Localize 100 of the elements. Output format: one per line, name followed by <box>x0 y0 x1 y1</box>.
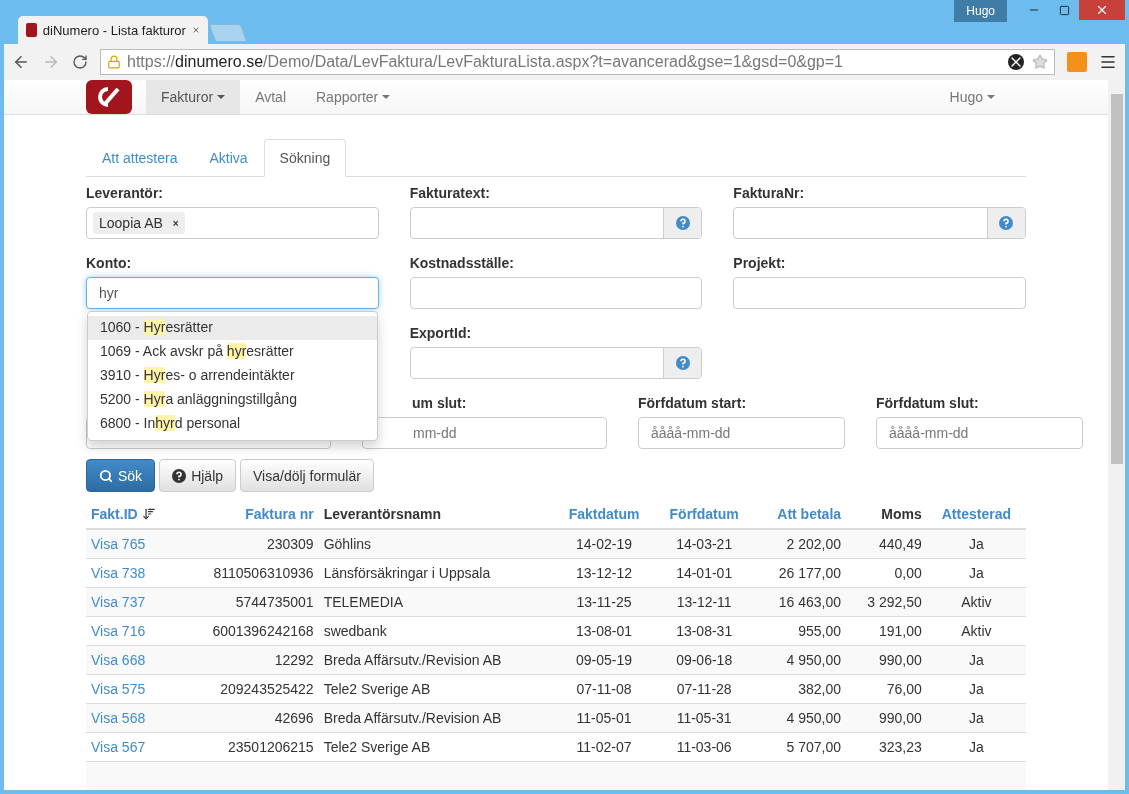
help-icon <box>675 216 690 230</box>
table-cell: Länsförsäkringar i Uppsala <box>318 558 554 587</box>
field-label: um slut: <box>411 394 468 413</box>
menu-icon[interactable] <box>1099 53 1117 71</box>
search-button[interactable]: Sök <box>86 459 156 492</box>
view-link[interactable]: Visa 575 <box>86 674 180 703</box>
search-icon <box>99 468 113 483</box>
supplier-tag[interactable]: Loopia AB × <box>93 212 185 234</box>
view-link[interactable]: Visa 567 <box>86 732 180 761</box>
suggestion-item[interactable]: 1069 - Ack avskr på hyresrätter <box>88 340 377 364</box>
url-text: https://dinumero.se/Demo/Data/LevFaktura/LevFakturaLista.aspx?t=avancerad&gse=1&gsd=0&gp=1 <box>127 53 843 71</box>
scrollbar[interactable] <box>1108 80 1125 790</box>
table-cell: 09-06-18 <box>654 645 754 674</box>
nav-item[interactable]: Avtal <box>240 80 301 114</box>
help-button[interactable] <box>987 208 1025 238</box>
help-button[interactable] <box>663 208 702 238</box>
table-cell: 3 292,50 <box>846 587 927 616</box>
view-link[interactable]: Visa 568 <box>86 703 180 732</box>
table-cell: 76,00 <box>846 674 927 703</box>
field-label: Kostnadsställe: <box>409 254 515 273</box>
table-cell: 8110506310936 <box>179 558 319 587</box>
tab[interactable]: Sökning <box>263 139 347 177</box>
date-field[interactable]: åååå-mm-dd <box>876 417 1083 449</box>
table-cell: 382,00 <box>753 674 847 703</box>
suggestion-item[interactable]: 5200 - Hyra anläggningstillgång <box>88 388 377 412</box>
blocked-icon[interactable] <box>1008 54 1024 70</box>
field-label: Projekt: <box>733 254 787 273</box>
table-cell: 07-11-08 <box>553 674 655 703</box>
tag-label: Loopia AB <box>99 215 163 231</box>
table-cell: 5 707,00 <box>753 732 847 761</box>
suggestion-item[interactable]: 3910 - Hyres- o arrendeintäkter <box>88 364 377 388</box>
field-label: Fakturatext: <box>409 184 491 203</box>
help-icon <box>675 356 690 370</box>
input-field[interactable] <box>733 277 1026 309</box>
field-label: FakturaNr: <box>733 184 806 203</box>
table-cell: 42696 <box>179 703 319 732</box>
table-cell: 14-03-21 <box>654 529 754 558</box>
field-label: ExportId: <box>409 324 473 343</box>
site-logo-icon <box>26 23 37 37</box>
table-cell: TELEMEDIA <box>318 587 554 616</box>
app-logo-icon[interactable] <box>86 80 132 114</box>
table-cell: Ja <box>926 674 1026 703</box>
table-cell: 230309 <box>179 529 319 558</box>
supplier-field[interactable]: Loopia AB × <box>86 207 379 239</box>
profile-name[interactable]: Hugo <box>954 0 1007 22</box>
new-tab-button[interactable] <box>208 24 248 42</box>
tab[interactable]: Att attestera <box>86 139 194 177</box>
nav-item[interactable]: Rapporter <box>301 80 406 114</box>
date-field[interactable]: mm-dd <box>362 417 607 449</box>
lock-warning-icon <box>107 55 121 69</box>
toggle-form-button[interactable]: Visa/dölj formulär <box>240 459 374 492</box>
table-cell: 11-05-31 <box>654 703 754 732</box>
star-icon[interactable] <box>1032 54 1048 70</box>
table-cell: 23501206215 <box>179 732 319 761</box>
view-link[interactable]: Visa 737 <box>86 587 180 616</box>
help-button[interactable] <box>663 348 702 378</box>
close-icon <box>1095 3 1109 17</box>
table-cell: 14-02-19 <box>553 529 655 558</box>
help-icon <box>999 216 1014 230</box>
forward-icon[interactable] <box>42 53 60 71</box>
input-field[interactable] <box>409 277 703 309</box>
remove-tag-button[interactable]: × <box>172 217 179 229</box>
table-cell: 0,00 <box>846 558 927 587</box>
help-button[interactable]: Hjälp <box>159 459 237 492</box>
view-link[interactable]: Visa 738 <box>86 558 180 587</box>
browser-tab[interactable]: diNumero - Lista fakturor <box>18 16 208 44</box>
table-cell: 07-11-28 <box>654 674 754 703</box>
reload-icon[interactable] <box>72 54 88 70</box>
field-label: Förfdatum slut: <box>876 394 980 413</box>
maximize-icon <box>1058 4 1070 16</box>
table-cell: 13-11-25 <box>553 587 655 616</box>
table-cell: 26 177,00 <box>753 558 847 587</box>
table-cell: Breda Affärsutv./Revision AB <box>318 645 554 674</box>
view-link[interactable]: Visa 716 <box>86 616 180 645</box>
tab[interactable]: Aktiva <box>193 139 264 177</box>
table-cell: 13-08-31 <box>654 616 754 645</box>
table-cell: 14-01-01 <box>654 558 754 587</box>
input-field[interactable]: hyr <box>86 277 379 309</box>
close-icon[interactable] <box>191 24 200 36</box>
table-cell: Breda Affärsutv./Revision AB <box>318 703 554 732</box>
table-cell: 11-03-06 <box>654 732 754 761</box>
table-cell: 13-12-12 <box>553 558 655 587</box>
user-menu[interactable]: Hugo <box>934 80 1010 114</box>
table-cell: 440,49 <box>846 529 927 558</box>
table-cell: 11-05-01 <box>553 703 655 732</box>
sort-icon <box>141 507 156 521</box>
nav-item[interactable]: Fakturor <box>146 80 241 114</box>
view-link[interactable]: Visa 765 <box>86 529 180 558</box>
date-field[interactable]: åååå-mm-dd <box>638 417 845 449</box>
address-bar[interactable]: https://dinumero.se/Demo/Data/LevFaktura/LevFakturaLista.aspx?t=avancerad&gse=1&gsd=0&gp=1 <box>100 49 1055 75</box>
table-cell: Tele2 Sverige AB <box>318 732 554 761</box>
view-link[interactable]: Visa 668 <box>86 645 180 674</box>
table-cell: 09-05-19 <box>553 645 655 674</box>
table-cell: Aktiv <box>926 587 1026 616</box>
suggestion-item[interactable]: 1060 - Hyresrätter <box>88 316 377 340</box>
back-icon[interactable] <box>12 53 30 71</box>
table-cell: 13-12-11 <box>654 587 754 616</box>
table-cell: 6001396242168 <box>179 616 319 645</box>
table-cell: 12292 <box>179 645 319 674</box>
table-cell: 4 950,00 <box>753 645 847 674</box>
